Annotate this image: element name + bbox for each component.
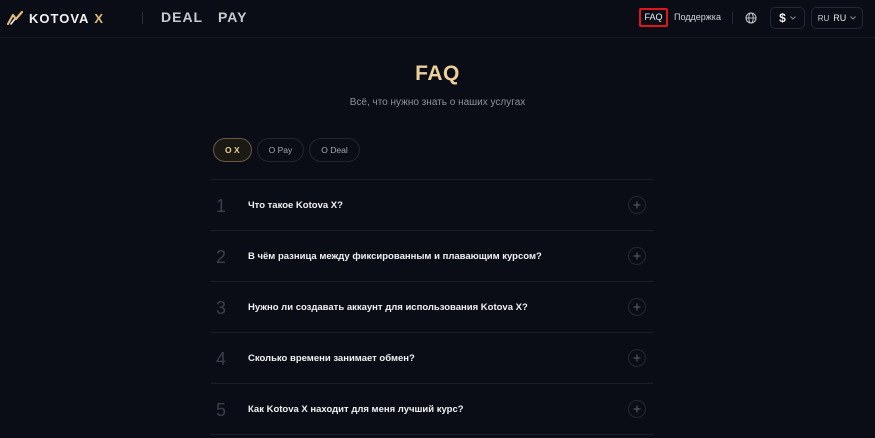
faq-number: 1 <box>216 196 227 216</box>
nav-deal[interactable]: DEAL <box>161 9 203 25</box>
faq-question: В чём разница между фиксированным и плав… <box>248 251 542 262</box>
expand-button[interactable] <box>628 298 646 316</box>
faq-item[interactable]: 5 Как Kotova X находит для меня лучший к… <box>211 384 653 435</box>
logo-mark-icon <box>7 11 23 25</box>
tab-about-deal[interactable]: О Deal <box>309 138 360 162</box>
plus-icon <box>633 354 641 362</box>
faq-item[interactable]: 2 В чём разница между фиксированным и пл… <box>211 231 653 282</box>
language-code: RU <box>833 13 847 23</box>
expand-button[interactable] <box>628 247 646 265</box>
plus-icon <box>633 252 641 260</box>
chevron-down-icon <box>790 16 796 20</box>
plus-icon <box>633 201 641 209</box>
faq-number: 3 <box>216 298 227 318</box>
tab-about-pay[interactable]: О Pay <box>256 138 305 162</box>
logo-text: KOTOVA <box>29 10 90 26</box>
faq-list: 1 Что такое Kotova X? 2 В чём разница ме… <box>211 179 653 435</box>
faq-link[interactable]: FAQ <box>639 8 668 27</box>
tab-label: О Pay <box>268 145 293 155</box>
language-selector[interactable]: RU RU <box>811 7 863 29</box>
faq-item[interactable]: 1 Что такое Kotova X? <box>211 180 653 231</box>
faq-question: Что такое Kotova X? <box>248 200 343 211</box>
header-divider-right <box>732 12 733 24</box>
faq-question: Нужно ли создавать аккаунт для использов… <box>248 302 528 313</box>
logo[interactable]: KOTOVA X <box>7 10 103 26</box>
faq-item[interactable]: 3 Нужно ли создавать аккаунт для использ… <box>211 282 653 333</box>
expand-button[interactable] <box>628 400 646 418</box>
currency-selector[interactable]: $ <box>770 7 805 29</box>
logo-x: X <box>94 10 104 26</box>
top-header: KOTOVA X DEAL PAY FAQ Поддержка $ RU RU <box>0 0 875 38</box>
header-divider <box>142 12 143 24</box>
page-subtitle: Всё, что нужно знать о наших услугах <box>349 97 526 108</box>
tab-label: О Deal <box>321 145 348 155</box>
faq-number: 4 <box>216 349 227 369</box>
faq-number: 2 <box>216 247 227 267</box>
plus-icon <box>633 405 641 413</box>
tab-label: О X <box>225 145 240 155</box>
faq-number: 5 <box>216 400 227 420</box>
faq-question: Сколько времени занимает обмен? <box>248 353 415 364</box>
chevron-down-icon <box>850 16 857 20</box>
nav-pay[interactable]: PAY <box>218 9 247 25</box>
tab-about-x[interactable]: О X <box>213 138 252 162</box>
expand-button[interactable] <box>628 196 646 214</box>
globe-icon[interactable] <box>745 12 757 24</box>
page-title: FAQ <box>415 62 460 85</box>
faq-tabs: О X О Pay О Deal <box>213 138 360 162</box>
plus-icon <box>633 303 641 311</box>
faq-question: Как Kotova X находит для меня лучший кур… <box>248 404 464 415</box>
expand-button[interactable] <box>628 349 646 367</box>
language-flag-code: RU <box>817 13 830 23</box>
support-link[interactable]: Поддержка <box>674 12 721 22</box>
faq-item[interactable]: 4 Сколько времени занимает обмен? <box>211 333 653 384</box>
currency-symbol: $ <box>779 11 786 25</box>
